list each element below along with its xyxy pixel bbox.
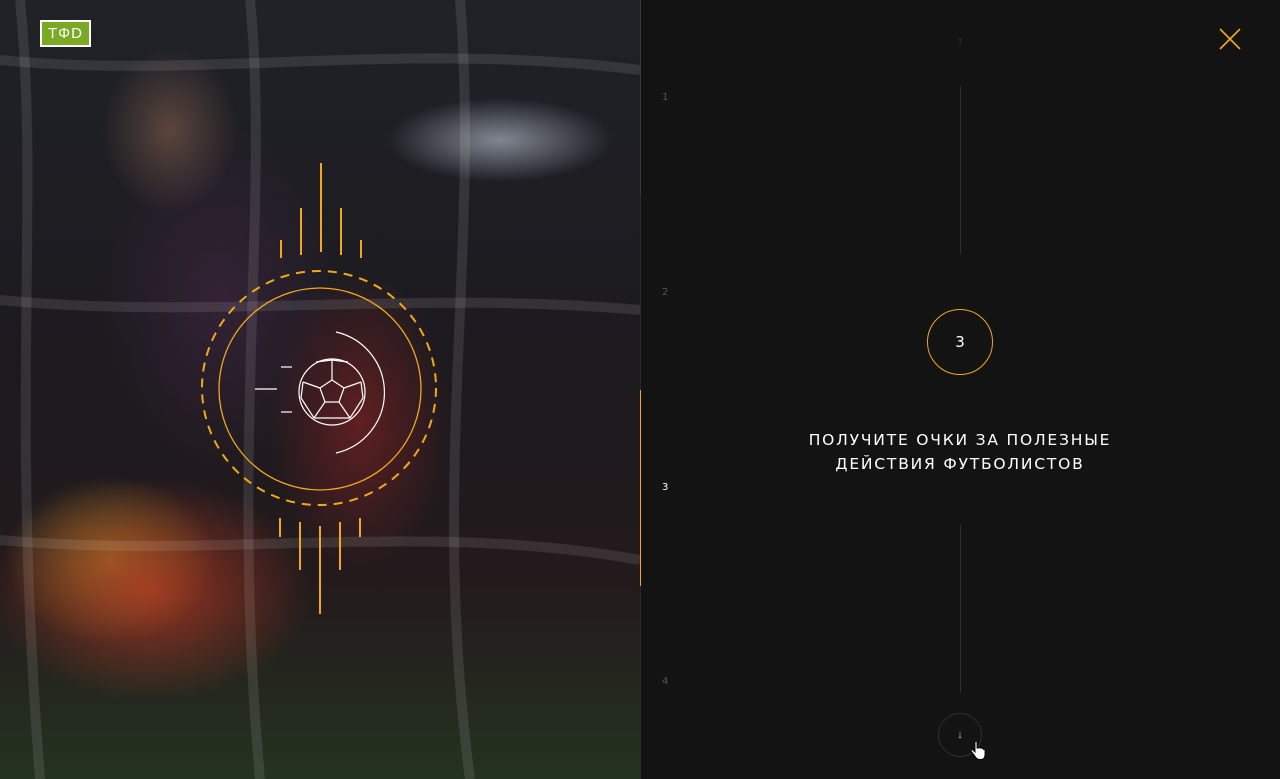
soccer-ball-icon xyxy=(201,163,437,614)
step-3-link[interactable]: 3 xyxy=(662,482,668,493)
progress-track-hint xyxy=(640,0,641,194)
logo-text: TΦD xyxy=(48,25,83,42)
step-2-link[interactable]: 2 xyxy=(662,287,668,298)
hand-cursor-icon xyxy=(970,741,986,760)
step-1-link[interactable]: 1 xyxy=(662,92,668,103)
step-4-link[interactable]: 4 xyxy=(662,676,668,687)
current-step-badge: 3 xyxy=(927,309,993,375)
progress-indicator xyxy=(640,390,641,586)
current-step-number: 3 xyxy=(955,333,965,351)
onboarding-panel: 1 2 3 4 ↑ 3 ПОЛУЧИТЕ ОЧКИ ЗА ПОЛЕЗНЫЕ ДЕ… xyxy=(640,0,1280,779)
previous-step-button[interactable]: ↑ xyxy=(953,35,967,49)
arrow-down-icon: ↓ xyxy=(957,729,963,741)
timeline-line-bottom xyxy=(960,525,961,693)
slide-headline: ПОЛУЧИТЕ ОЧКИ ЗА ПОЛЕЗНЫЕ ДЕЙСТВИЯ ФУТБО… xyxy=(808,431,1112,473)
tfd-logo[interactable]: TΦD xyxy=(40,20,91,47)
timeline-line-top xyxy=(960,86,961,254)
background-photo: TΦD xyxy=(0,0,640,779)
arrow-up-icon: ↑ xyxy=(957,36,963,47)
close-icon[interactable] xyxy=(1218,27,1242,51)
onboarding-screen: TΦD 1 2 3 4 ↑ 3 ПОЛУЧИТЕ ОЧКИ ЗА ПОЛЕЗНЫ… xyxy=(0,0,1280,779)
